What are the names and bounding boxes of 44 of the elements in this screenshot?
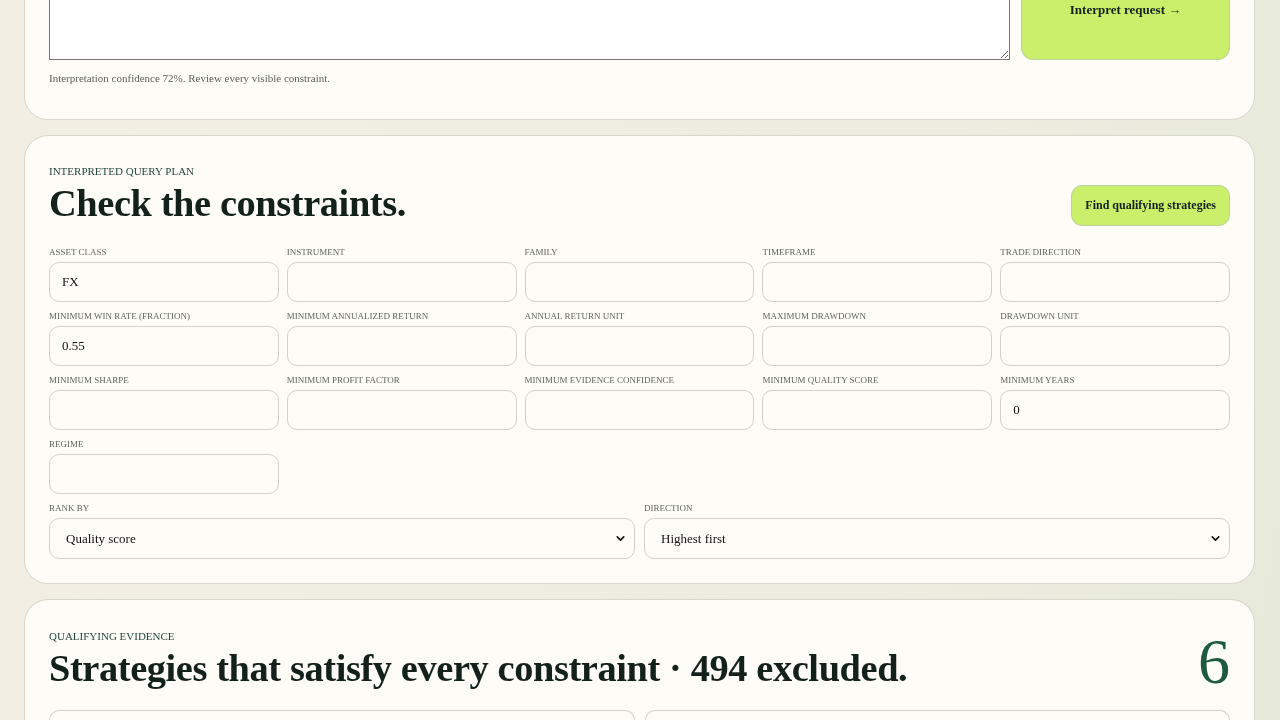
field-label: MINIMUM QUALITY SCORE — [762, 375, 880, 386]
input-field[interactable] — [1000, 326, 1230, 366]
input-field[interactable] — [762, 326, 993, 366]
section-title: Check the constraints. — [49, 183, 406, 223]
input-field[interactable] — [524, 262, 755, 302]
field-label: MINIMUM PROFIT FACTOR — [286, 375, 401, 386]
field-label: MINIMUM EVIDENCE CONFIDENCE — [524, 375, 676, 386]
field-label: DIRECTION — [644, 503, 694, 514]
field-label: MINIMUM YEARS — [1000, 375, 1076, 386]
input-field[interactable]: 0.55 — [49, 326, 279, 366]
input-field[interactable] — [524, 326, 755, 366]
dropdown-select[interactable]: Quality score — [49, 518, 635, 559]
field-label: ASSET CLASS — [49, 247, 108, 258]
section-eyebrow: QUALIFYING EVIDENCE — [49, 630, 175, 642]
section-title: Strategies that satisfy every constraint · 494 excluded. — [49, 648, 908, 688]
input-field[interactable] — [1000, 262, 1230, 302]
field-label: TRADE DIRECTION — [1000, 247, 1082, 258]
dropdown-select[interactable]: Highest first — [644, 518, 1230, 559]
input-field[interactable] — [286, 390, 517, 430]
field-label: RANK BY — [49, 503, 91, 514]
field-label: INSTRUMENT — [286, 247, 346, 258]
field-label: MAXIMUM DRAWDOWN — [762, 311, 867, 322]
section-eyebrow: INTERPRETED QUERY PLAN — [49, 165, 195, 177]
field-label: MINIMUM SHARPE — [49, 375, 130, 386]
field-label: REGIME — [49, 439, 85, 450]
field-label: FAMILY — [524, 247, 559, 258]
input-field[interactable] — [286, 326, 517, 366]
input-field[interactable] — [286, 262, 517, 302]
input-field[interactable] — [49, 390, 279, 430]
input-field[interactable] — [762, 390, 993, 430]
field-label: DRAWDOWN UNIT — [1000, 311, 1080, 322]
input-field[interactable]: 0 — [1000, 390, 1230, 430]
field-label: ANNUAL RETURN UNIT — [524, 311, 626, 322]
find-strategies-button[interactable]: Find qualifying strategies — [1071, 185, 1230, 226]
field-label: TIMEFRAME — [762, 247, 817, 258]
field-label: MINIMUM WIN RATE (FRACTION) — [49, 311, 192, 322]
result-count: 6 — [1198, 636, 1230, 688]
interpret-button[interactable]: Interpret request → — [1021, 0, 1230, 60]
input-field[interactable]: FX — [49, 262, 279, 302]
confidence-note: Interpretation confidence 72%. Review every visible constraint. — [49, 72, 331, 85]
input-field[interactable] — [762, 262, 993, 302]
input-field[interactable] — [524, 390, 755, 430]
input-field[interactable] — [49, 454, 279, 494]
field-label: MINIMUM ANNUALIZED RETURN — [286, 311, 430, 322]
